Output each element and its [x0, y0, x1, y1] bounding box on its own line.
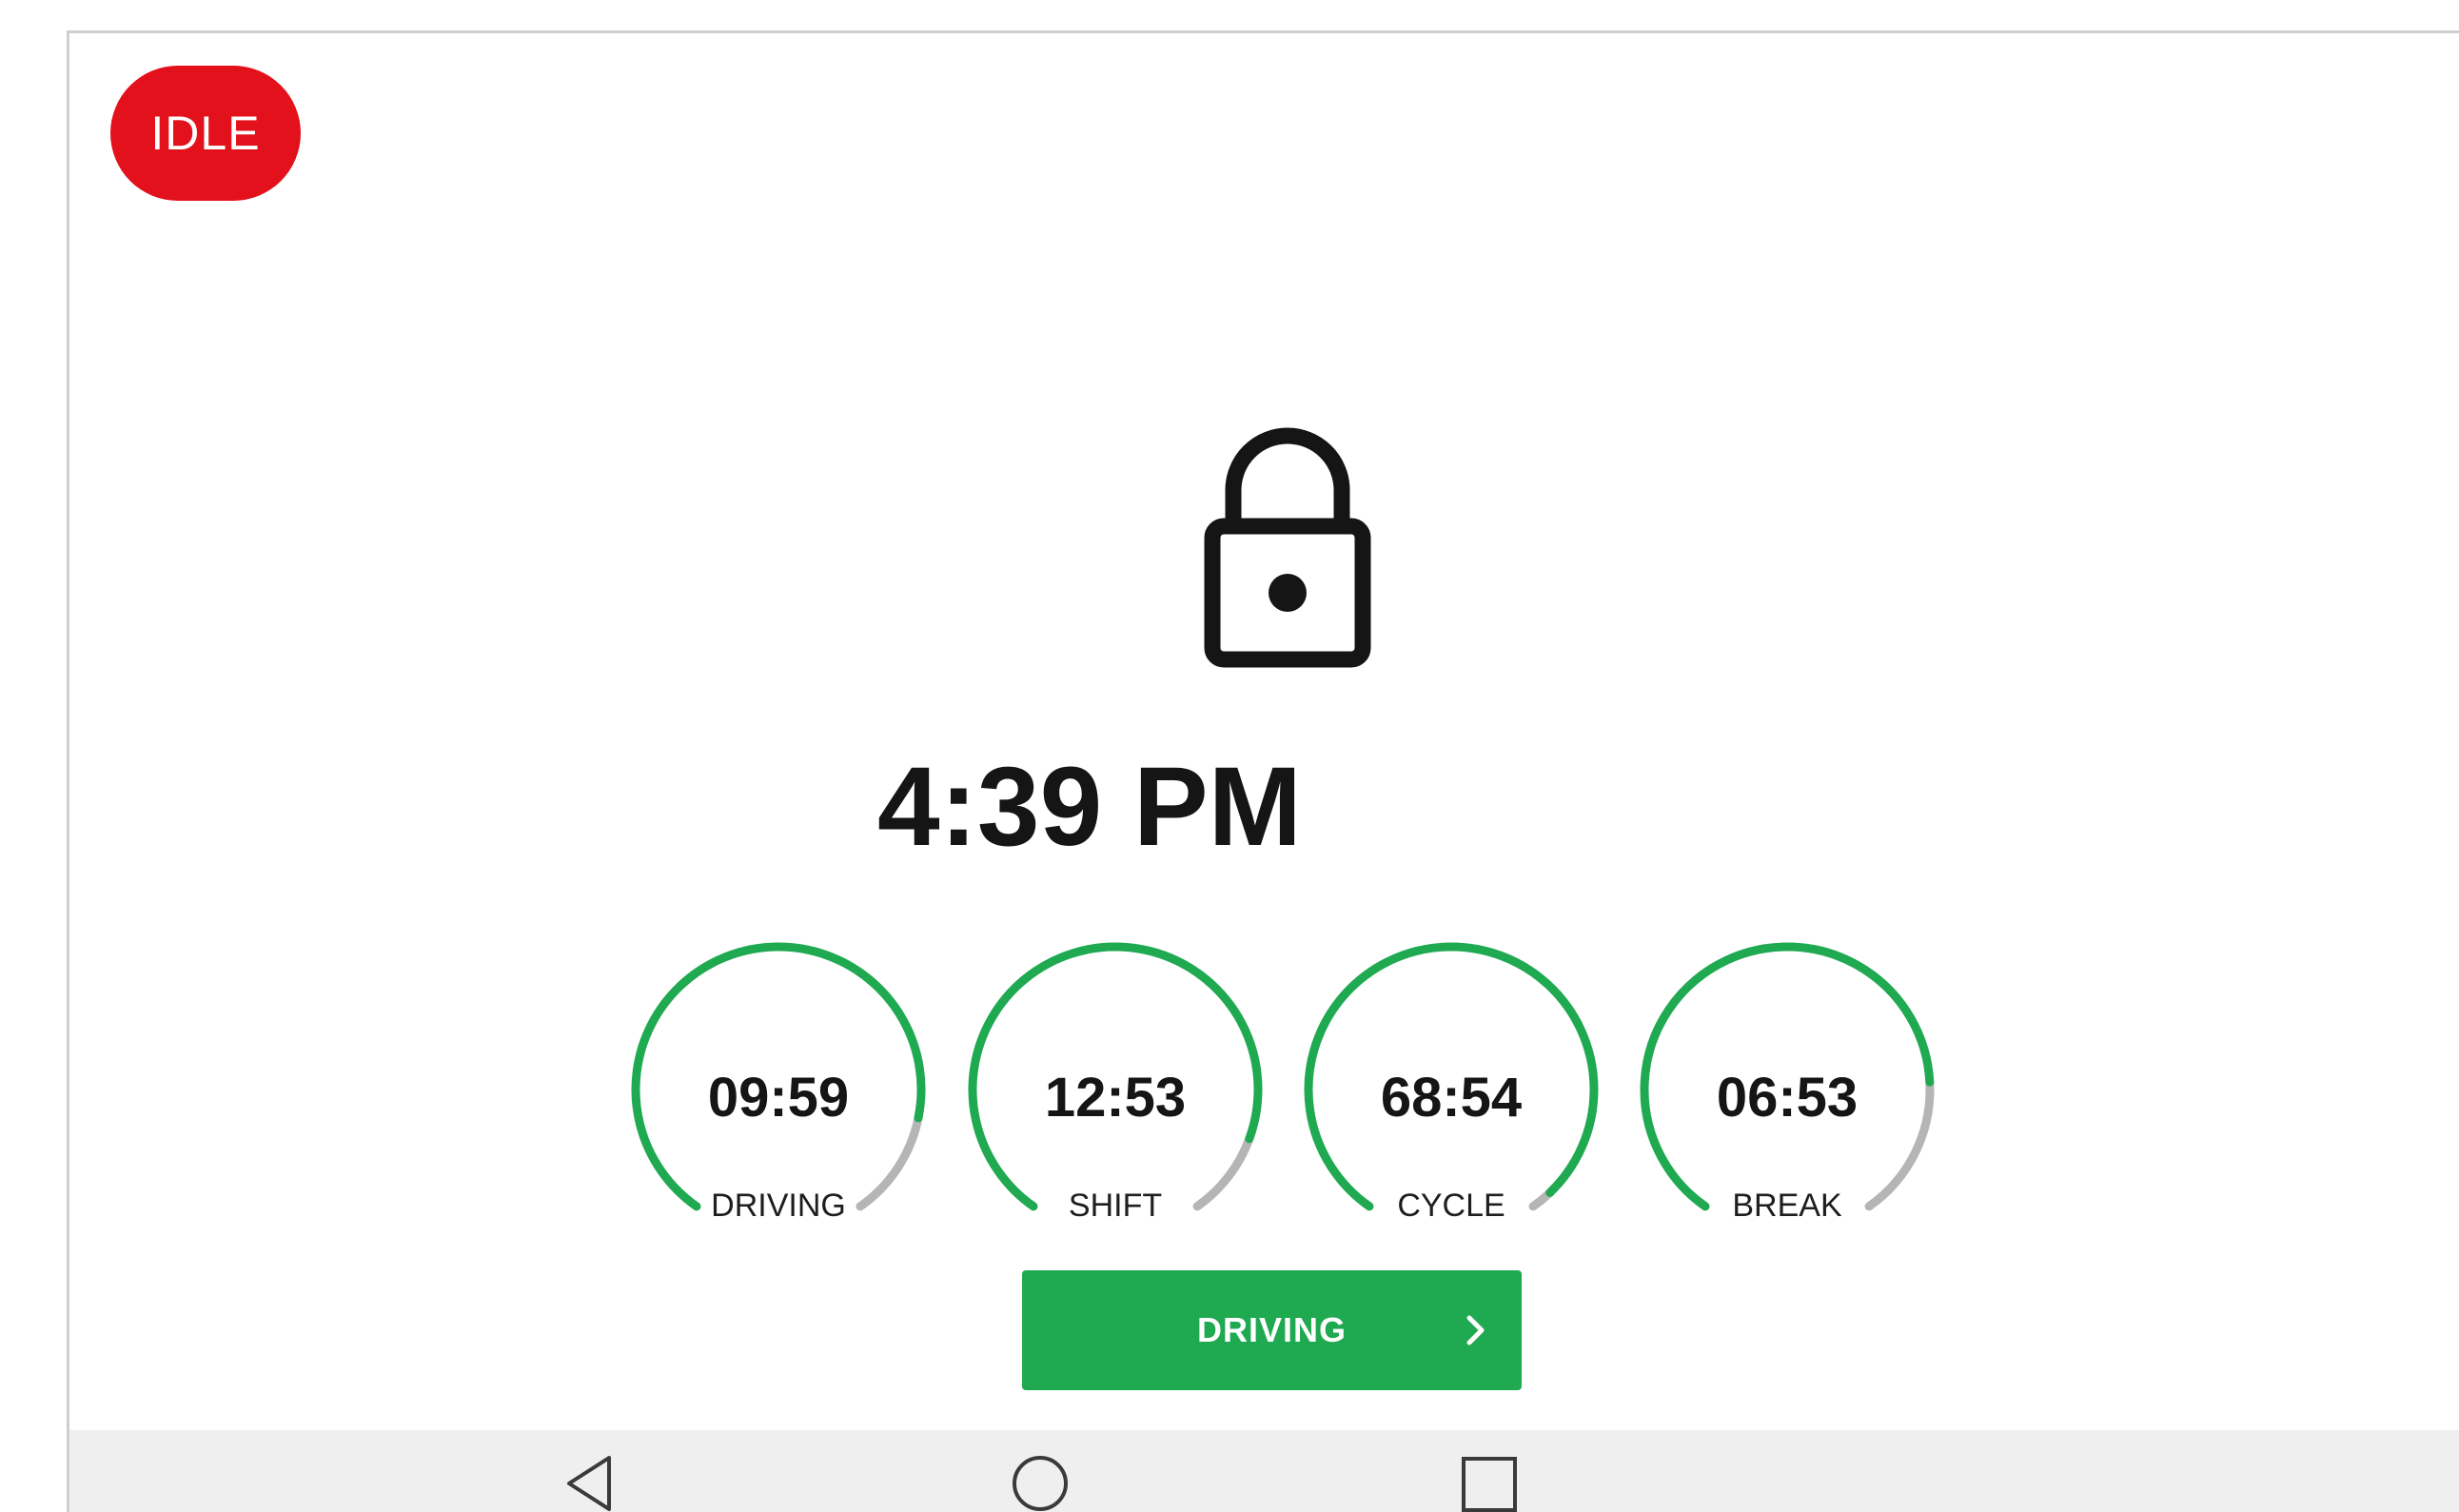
- home-circle-icon: [1013, 1456, 1068, 1511]
- timer-value: 06:53: [1716, 1067, 1859, 1129]
- timer-value: 68:54: [1380, 1067, 1523, 1129]
- timer-value: 12:53: [1044, 1067, 1187, 1129]
- timer-break[interactable]: 06:53 BREAK: [1630, 933, 1944, 1247]
- status-badge: IDLE: [110, 66, 301, 201]
- timer-shift[interactable]: 12:53 SHIFT: [958, 933, 1272, 1247]
- timer-label: CYCLE: [1294, 1188, 1608, 1225]
- timer-cycle[interactable]: 68:54 CYCLE: [1294, 933, 1608, 1247]
- timer-driving[interactable]: 09:59 DRIVING: [621, 933, 935, 1247]
- recents-button[interactable]: [1446, 1430, 1532, 1512]
- back-triangle-icon: [567, 1456, 611, 1511]
- timer-label: BREAK: [1630, 1188, 1944, 1225]
- recents-square-icon: [1462, 1457, 1517, 1512]
- current-time: 4:39 PM: [877, 744, 1302, 870]
- driving-button[interactable]: DRIVING: [1022, 1270, 1522, 1390]
- back-button[interactable]: [545, 1430, 631, 1512]
- navigation-bar: [69, 1430, 2459, 1512]
- driving-button-label: DRIVING: [1196, 1310, 1347, 1349]
- timer-label: DRIVING: [621, 1188, 935, 1225]
- chevron-right-icon: [1447, 1270, 1505, 1390]
- lock-icon: [1204, 427, 1371, 668]
- timer-value: 09:59: [707, 1067, 850, 1129]
- home-button[interactable]: [997, 1430, 1083, 1512]
- status-badge-label: IDLE: [150, 107, 261, 160]
- timer-label: SHIFT: [958, 1188, 1272, 1225]
- lock-screen: IDLE 4:39 PM 09:59 DRIVING 12:53 SHIFT 6…: [67, 30, 2459, 1512]
